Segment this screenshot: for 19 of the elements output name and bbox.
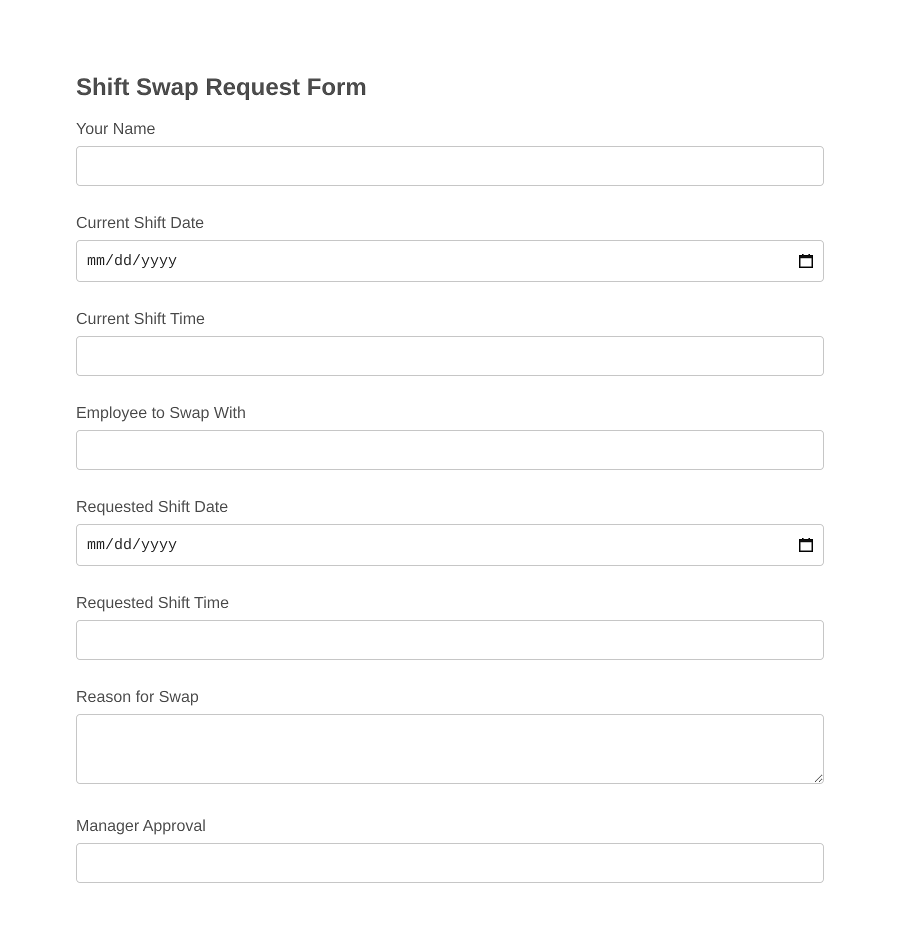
field-label: Current Shift Date xyxy=(76,215,204,233)
text-field[interactable] xyxy=(76,843,824,883)
field-label: Your Name xyxy=(76,121,156,139)
calendar-icon[interactable] xyxy=(799,254,813,268)
field-label: Requested Shift Date xyxy=(76,499,228,517)
form-title: Shift Swap Request Form xyxy=(76,74,368,102)
text-field[interactable] xyxy=(76,336,824,376)
text-field[interactable] xyxy=(76,146,824,186)
calendar-icon[interactable] xyxy=(799,538,813,552)
date-field[interactable]: mm/dd/yyyy xyxy=(76,524,824,566)
text-field[interactable] xyxy=(76,620,824,660)
text-field[interactable] xyxy=(76,430,824,470)
field-label: Requested Shift Time xyxy=(76,595,229,613)
field-label: Employee to Swap With xyxy=(76,405,246,423)
text-area[interactable] xyxy=(76,714,824,784)
field-label: Reason for Swap xyxy=(76,689,199,707)
field-label: Manager Approval xyxy=(76,818,206,836)
field-label: Current Shift Time xyxy=(76,311,205,329)
date-field[interactable]: mm/dd/yyyy xyxy=(76,240,824,282)
